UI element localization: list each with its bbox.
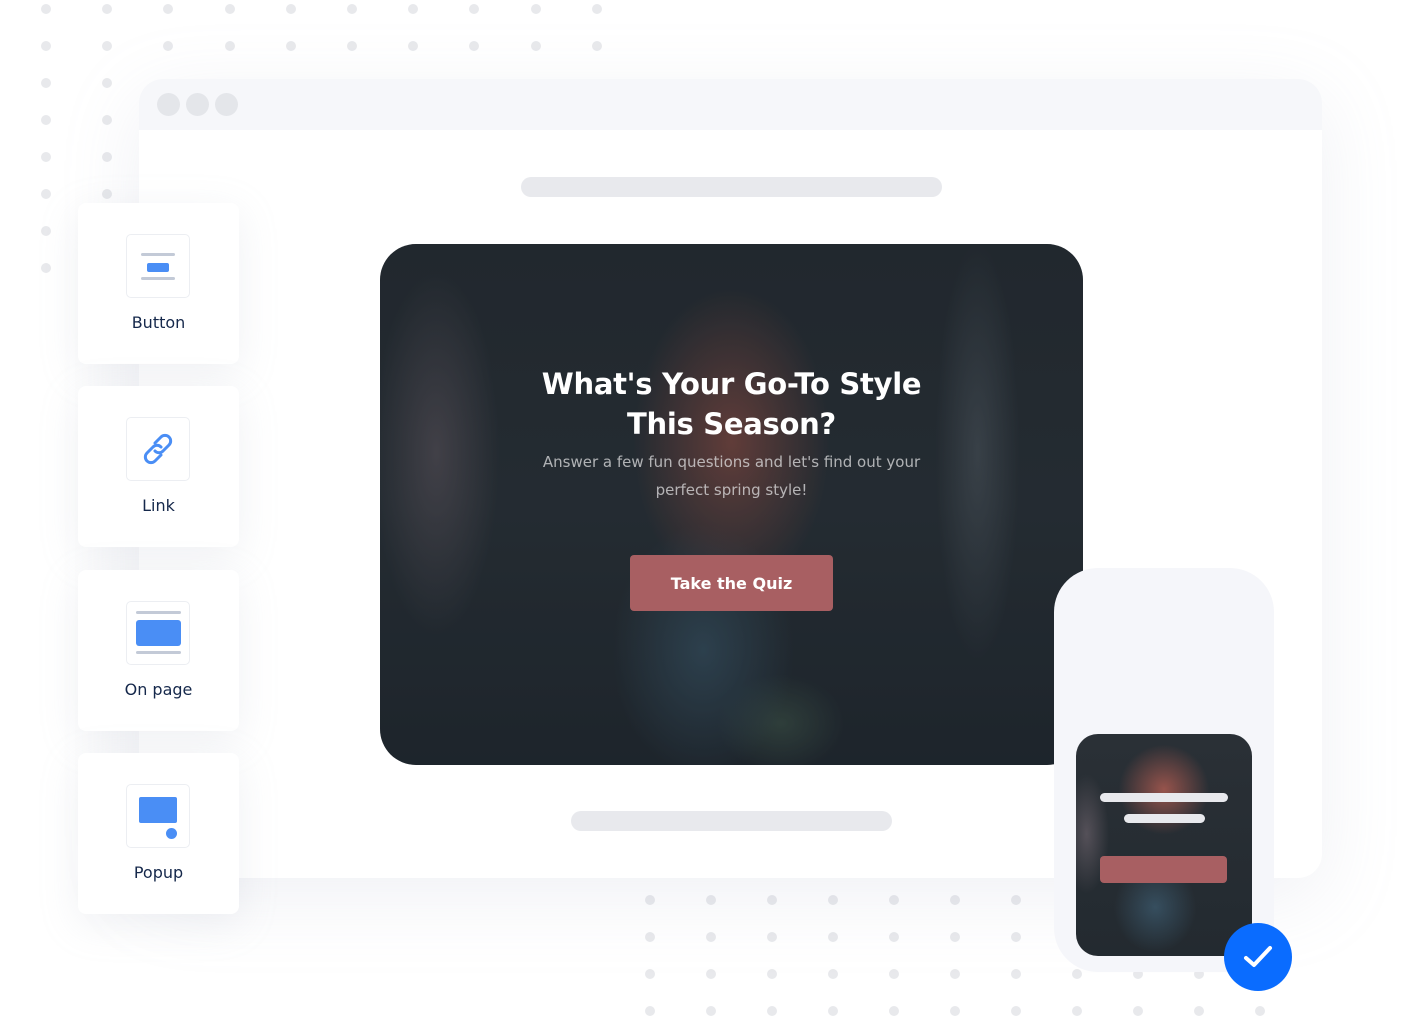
option-label: Popup xyxy=(133,863,184,882)
background-dot xyxy=(828,932,838,942)
background-dot xyxy=(1011,895,1021,905)
link-icon xyxy=(126,417,190,481)
background-dot xyxy=(102,115,112,125)
option-card-popup[interactable]: Popup xyxy=(78,753,239,914)
quiz-hero-banner: What's Your Go-To Style This Season? Ans… xyxy=(380,244,1083,765)
mobile-button-placeholder xyxy=(1100,856,1227,883)
background-dot xyxy=(102,189,112,199)
background-dot xyxy=(469,41,480,51)
window-dot-minimize xyxy=(186,93,209,116)
take-quiz-button[interactable]: Take the Quiz xyxy=(630,555,833,611)
background-dot xyxy=(163,41,174,51)
background-dot xyxy=(41,189,51,199)
option-label: Link xyxy=(142,496,175,515)
background-dot xyxy=(224,4,235,14)
background-dot xyxy=(889,895,899,905)
background-dot xyxy=(645,932,655,942)
background-dot xyxy=(591,4,602,14)
background-dot xyxy=(102,78,112,88)
background-dot xyxy=(1072,969,1082,979)
placeholder-text-line-top xyxy=(521,177,942,197)
browser-title-bar xyxy=(139,79,1322,130)
background-dot xyxy=(41,226,51,236)
background-dot xyxy=(347,41,357,51)
background-dot xyxy=(767,969,777,979)
mobile-preview xyxy=(1054,568,1274,972)
window-dot-close xyxy=(157,93,180,116)
background-dot xyxy=(889,932,899,942)
background-dot xyxy=(530,4,541,14)
background-dot xyxy=(828,895,838,905)
background-dot xyxy=(102,152,112,162)
background-dot xyxy=(347,4,357,14)
background-dot xyxy=(591,41,602,51)
background-dot xyxy=(645,969,655,979)
background-dot xyxy=(41,152,51,162)
background-dot xyxy=(102,41,113,51)
hero-title: What's Your Go-To Style This Season? xyxy=(541,367,922,441)
mobile-subtitle-placeholder xyxy=(1124,814,1205,823)
background-dot xyxy=(645,895,655,905)
background-dot xyxy=(950,895,960,905)
placeholder-text-line-bottom xyxy=(571,811,892,831)
popup-icon xyxy=(126,784,190,848)
background-dot xyxy=(41,41,51,51)
background-dot xyxy=(469,4,480,14)
background-dot xyxy=(408,41,419,51)
hero-content: What's Your Go-To Style This Season? Ans… xyxy=(380,364,1083,611)
background-dot xyxy=(950,932,960,942)
background-dot xyxy=(163,4,174,14)
option-card-button[interactable]: Button xyxy=(78,203,239,364)
background-dot xyxy=(1011,932,1021,942)
background-dot xyxy=(706,932,716,942)
background-dot xyxy=(41,4,51,14)
background-dot xyxy=(224,41,235,51)
background-dot xyxy=(950,969,960,979)
mobile-title-placeholder xyxy=(1100,793,1228,802)
background-dot xyxy=(767,895,777,905)
option-label: On page xyxy=(124,680,193,699)
background-dot xyxy=(285,41,296,51)
background-dot xyxy=(889,969,899,979)
mobile-quiz-preview xyxy=(1076,734,1252,956)
window-dot-maximize xyxy=(215,93,238,116)
background-dot xyxy=(41,78,51,88)
option-card-on-page[interactable]: On page xyxy=(78,570,239,731)
background-dot xyxy=(1011,969,1021,979)
on-page-icon xyxy=(126,601,190,665)
option-label: Button xyxy=(131,313,186,332)
background-dot xyxy=(41,263,51,273)
background-dot xyxy=(285,4,296,14)
background-dot xyxy=(41,115,51,125)
button-icon xyxy=(126,234,190,298)
background-dot xyxy=(767,932,777,942)
background-dot xyxy=(706,969,716,979)
background-dot xyxy=(530,41,541,51)
check-icon xyxy=(1224,923,1292,991)
background-dot xyxy=(828,969,838,979)
background-dot xyxy=(408,4,419,14)
hero-subtitle: Answer a few fun questions and let's fin… xyxy=(542,453,921,499)
option-card-link[interactable]: Link xyxy=(78,386,239,547)
background-dot xyxy=(102,4,113,14)
background-dot xyxy=(706,895,716,905)
